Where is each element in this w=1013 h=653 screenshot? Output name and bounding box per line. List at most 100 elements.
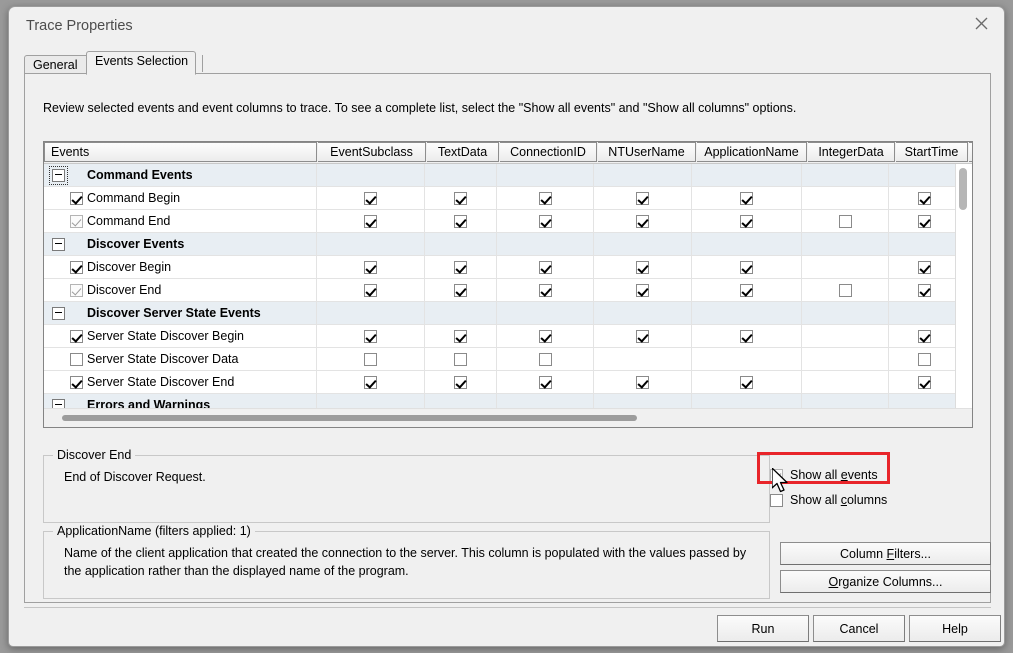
grid-column-cell[interactable] [692, 233, 802, 255]
grid-vertical-scroll-thumb[interactable] [959, 168, 967, 210]
grid-column-cell[interactable] [889, 371, 961, 393]
column-enabled-checkbox[interactable] [538, 283, 552, 297]
column-enabled-checkbox[interactable] [636, 191, 649, 205]
grid-event-name-cell[interactable]: Discover Server State Events [44, 302, 317, 324]
grid-column-cell[interactable] [692, 348, 802, 370]
column-enabled-checkbox[interactable] [454, 352, 467, 366]
grid-column-cell[interactable] [497, 210, 594, 232]
grid-column-cell[interactable] [317, 210, 425, 232]
column-enabled-checkbox[interactable] [740, 260, 753, 274]
grid-column-cell[interactable] [889, 187, 961, 209]
close-icon[interactable] [958, 7, 1004, 39]
grid-column-cell[interactable] [425, 371, 497, 393]
column-enabled-checkbox[interactable] [740, 191, 753, 205]
column-enabled-checkbox[interactable] [454, 375, 467, 389]
grid-column-cell[interactable] [425, 348, 497, 370]
grid-column-cell[interactable] [802, 325, 889, 347]
grid-column-header[interactable]: EventSubclass [318, 142, 426, 162]
event-enabled-checkbox[interactable] [70, 191, 83, 205]
collapse-expander-icon[interactable] [52, 237, 65, 251]
grid-event-row[interactable]: Server State Discover Data [44, 348, 972, 371]
grid-event-row[interactable]: Command End [44, 210, 972, 233]
column-enabled-checkbox[interactable] [918, 352, 931, 366]
event-enabled-checkbox[interactable] [70, 329, 83, 343]
grid-column-cell[interactable] [802, 187, 889, 209]
grid-column-cell[interactable] [802, 394, 889, 409]
grid-column-cell[interactable] [317, 371, 425, 393]
grid-column-cell[interactable] [317, 348, 425, 370]
event-enabled-checkbox[interactable] [70, 352, 83, 366]
column-enabled-checkbox[interactable] [364, 375, 377, 389]
grid-column-header[interactable]: Events [44, 142, 317, 162]
column-enabled-checkbox[interactable] [636, 283, 649, 297]
cancel-button[interactable]: Cancel [813, 615, 905, 642]
grid-event-name-cell[interactable]: Command Events [44, 164, 317, 186]
grid-column-cell[interactable] [425, 325, 497, 347]
grid-column-cell[interactable] [317, 279, 425, 301]
event-enabled-checkbox[interactable] [70, 283, 83, 297]
grid-column-cell[interactable] [497, 371, 594, 393]
grid-column-cell[interactable] [692, 164, 802, 186]
grid-column-cell[interactable] [425, 256, 497, 278]
collapse-expander-icon[interactable] [52, 306, 65, 320]
column-enabled-checkbox[interactable] [538, 375, 552, 389]
grid-column-cell[interactable] [317, 164, 425, 186]
grid-event-row[interactable]: Discover Begin [44, 256, 972, 279]
column-enabled-checkbox[interactable] [918, 375, 931, 389]
grid-group-row[interactable]: Discover Events [44, 233, 972, 256]
grid-column-header[interactable]: StartTime [896, 142, 968, 162]
grid-column-cell[interactable] [802, 279, 889, 301]
grid-column-header[interactable]: TextData [427, 142, 499, 162]
grid-column-cell[interactable] [317, 187, 425, 209]
grid-column-cell[interactable] [889, 279, 961, 301]
column-enabled-checkbox[interactable] [740, 329, 753, 343]
run-button[interactable]: Run [717, 615, 809, 642]
events-grid[interactable]: Events EventSubclass TextData ConnectionID N… [43, 141, 973, 428]
grid-column-cell[interactable] [594, 371, 692, 393]
column-enabled-checkbox[interactable] [918, 329, 931, 343]
column-enabled-checkbox[interactable] [364, 214, 377, 228]
grid-column-cell[interactable] [425, 302, 497, 324]
grid-column-cell[interactable] [692, 187, 802, 209]
grid-column-cell[interactable] [317, 233, 425, 255]
grid-column-cell[interactable] [425, 394, 497, 409]
grid-column-cell[interactable] [594, 210, 692, 232]
grid-column-cell[interactable] [594, 187, 692, 209]
grid-column-cell[interactable] [594, 279, 692, 301]
tab-events-selection[interactable]: Events Selection [86, 51, 196, 75]
grid-column-cell[interactable] [594, 256, 692, 278]
grid-column-cell[interactable] [497, 302, 594, 324]
grid-column-cell[interactable] [425, 164, 497, 186]
grid-horizontal-scrollbar[interactable] [44, 408, 972, 427]
grid-event-name-cell[interactable]: Server State Discover End [44, 371, 317, 393]
grid-event-name-cell[interactable]: Discover Begin [44, 256, 317, 278]
column-enabled-checkbox[interactable] [454, 260, 467, 274]
column-enabled-checkbox[interactable] [740, 214, 753, 228]
column-enabled-checkbox[interactable] [636, 214, 649, 228]
grid-column-cell[interactable] [425, 279, 497, 301]
grid-column-cell[interactable] [497, 394, 594, 409]
grid-group-row[interactable]: Errors and Warnings [44, 394, 972, 409]
help-button[interactable]: Help [909, 615, 1001, 642]
grid-column-cell[interactable] [889, 394, 961, 409]
grid-column-cell[interactable] [497, 164, 594, 186]
grid-column-cell[interactable] [889, 256, 961, 278]
grid-column-cell[interactable] [889, 348, 961, 370]
column-enabled-checkbox[interactable] [838, 283, 852, 297]
grid-event-name-cell[interactable]: Discover Events [44, 233, 317, 255]
grid-horizontal-scroll-thumb[interactable] [62, 415, 637, 421]
column-enabled-checkbox[interactable] [838, 214, 852, 228]
column-enabled-checkbox[interactable] [538, 191, 552, 205]
column-enabled-checkbox[interactable] [538, 352, 552, 366]
grid-column-header[interactable]: NTUserName [598, 142, 696, 162]
grid-column-cell[interactable] [692, 302, 802, 324]
grid-vertical-scrollbar[interactable] [955, 164, 972, 409]
grid-column-cell[interactable] [497, 187, 594, 209]
grid-event-name-cell[interactable]: Discover End [44, 279, 317, 301]
grid-column-cell[interactable] [802, 371, 889, 393]
collapse-expander-icon[interactable] [49, 165, 68, 185]
grid-column-cell[interactable] [802, 210, 889, 232]
organize-columns-button[interactable]: Organize Columns... [780, 570, 991, 593]
grid-column-header[interactable]: C [969, 142, 972, 162]
column-enabled-checkbox[interactable] [364, 191, 377, 205]
